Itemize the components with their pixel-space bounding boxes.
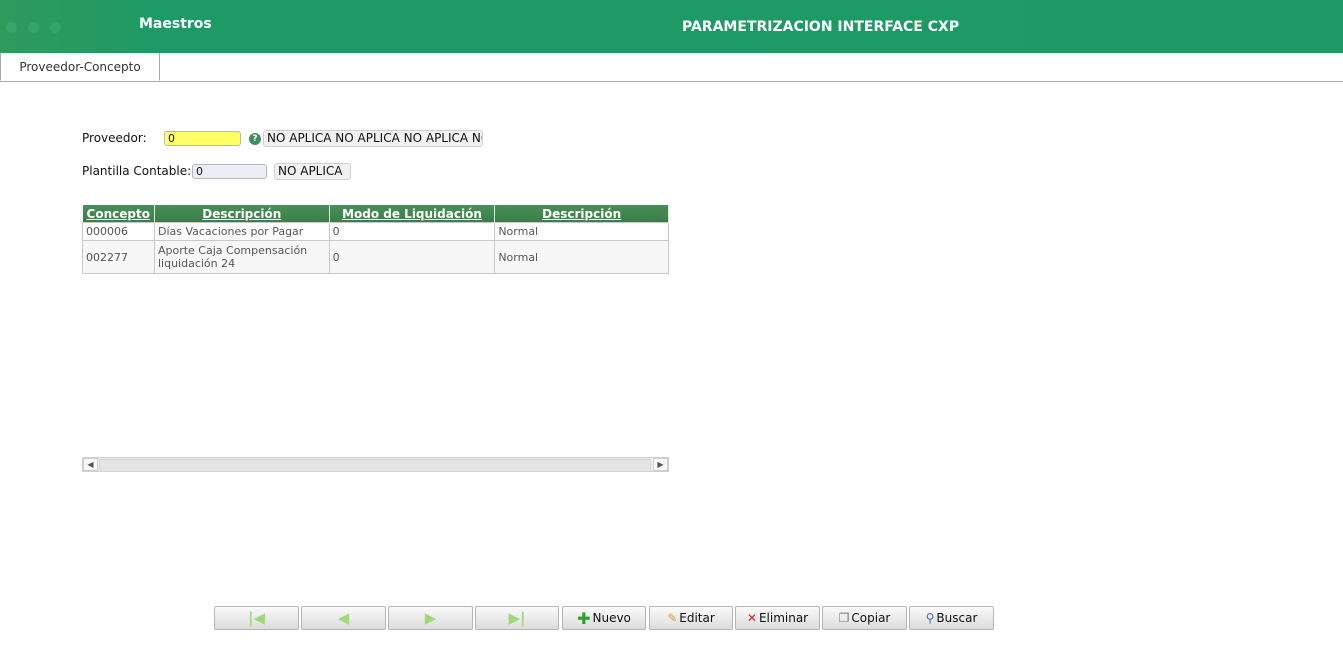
copiar-button[interactable]: ❐ Copiar: [822, 606, 907, 630]
tab-bar: Proveedor-Concepto: [0, 53, 1343, 82]
proveedor-label: Proveedor:: [82, 131, 147, 145]
app-title: Maestros: [139, 16, 212, 32]
cell-concepto: 002277: [82, 240, 155, 274]
app-header: Maestros PARAMETRIZACION INTERFACE CXP: [0, 0, 1343, 53]
cell-modo: 0: [328, 240, 496, 274]
cell-concepto: 000006: [82, 222, 155, 241]
help-icon[interactable]: ?: [249, 133, 261, 145]
eliminar-label: Eliminar: [758, 611, 809, 625]
copy-icon: ❐: [838, 611, 850, 625]
nuevo-button[interactable]: ✚ Nuevo: [562, 606, 646, 630]
col-descripcion2-header[interactable]: Descripción: [494, 205, 669, 223]
scroll-thumb[interactable]: [99, 459, 651, 472]
first-record-button[interactable]: |◀: [214, 606, 299, 630]
table-row[interactable]: 002277 Aporte Caja Compensación liquidac…: [82, 240, 669, 274]
plus-icon: ✚: [577, 608, 591, 628]
col-concepto-header[interactable]: Concepto: [82, 205, 155, 223]
previous-record-button[interactable]: ◀: [301, 606, 386, 630]
search-icon: ⚲: [925, 611, 935, 625]
plantilla-input[interactable]: 0: [192, 164, 267, 179]
arrow-left-icon: ◀: [337, 609, 350, 627]
nuevo-label: Nuevo: [592, 611, 631, 625]
buscar-button[interactable]: ⚲ Buscar: [909, 606, 994, 630]
buscar-label: Buscar: [936, 611, 978, 625]
cell-descripcion2: Normal: [494, 222, 669, 241]
col-descripcion-header[interactable]: Descripción: [154, 205, 330, 223]
grid-header-row: Concepto Descripción Modo de Liquidación…: [82, 205, 669, 223]
proveedor-input[interactable]: 0: [164, 131, 241, 146]
proveedor-description: NO APLICA NO APLICA NO APLICA NO: [263, 130, 483, 147]
delete-x-icon: ✕: [746, 611, 757, 625]
concept-grid: Concepto Descripción Modo de Liquidación…: [82, 205, 669, 274]
cell-descripcion: Días Vacaciones por Pagar: [153, 222, 330, 241]
plantilla-description: NO APLICA: [274, 163, 351, 180]
cell-descripcion: Aporte Caja Compensación liquidación 24: [153, 240, 330, 274]
col-modo-liquidacion-header[interactable]: Modo de Liquidación: [329, 205, 496, 223]
page-title: PARAMETRIZACION INTERFACE CXP: [682, 19, 960, 35]
table-row[interactable]: 000006 Días Vacaciones por Pagar 0 Norma…: [82, 222, 669, 241]
cell-descripcion2: Normal: [494, 240, 669, 274]
arrow-right-icon: ▶: [424, 609, 437, 627]
horizontal-scrollbar[interactable]: ◀ ▶: [82, 457, 669, 472]
pencil-icon: ✎: [667, 611, 678, 625]
editar-button[interactable]: ✎ Editar: [649, 606, 733, 630]
scroll-left-icon[interactable]: ◀: [83, 458, 98, 471]
first-icon: |◀: [247, 609, 265, 627]
eliminar-button[interactable]: ✕ Eliminar: [735, 606, 820, 630]
last-icon: ▶|: [508, 609, 526, 627]
last-record-button[interactable]: ▶|: [475, 606, 559, 630]
scroll-right-icon[interactable]: ▶: [653, 458, 668, 471]
copiar-label: Copiar: [851, 611, 891, 625]
plantilla-label: Plantilla Contable:: [82, 164, 192, 178]
cell-modo: 0: [328, 222, 496, 241]
window-dots: [6, 18, 72, 37]
editar-label: Editar: [679, 611, 715, 625]
tab-proveedor-concepto[interactable]: Proveedor-Concepto: [0, 53, 160, 81]
next-record-button[interactable]: ▶: [388, 606, 473, 630]
